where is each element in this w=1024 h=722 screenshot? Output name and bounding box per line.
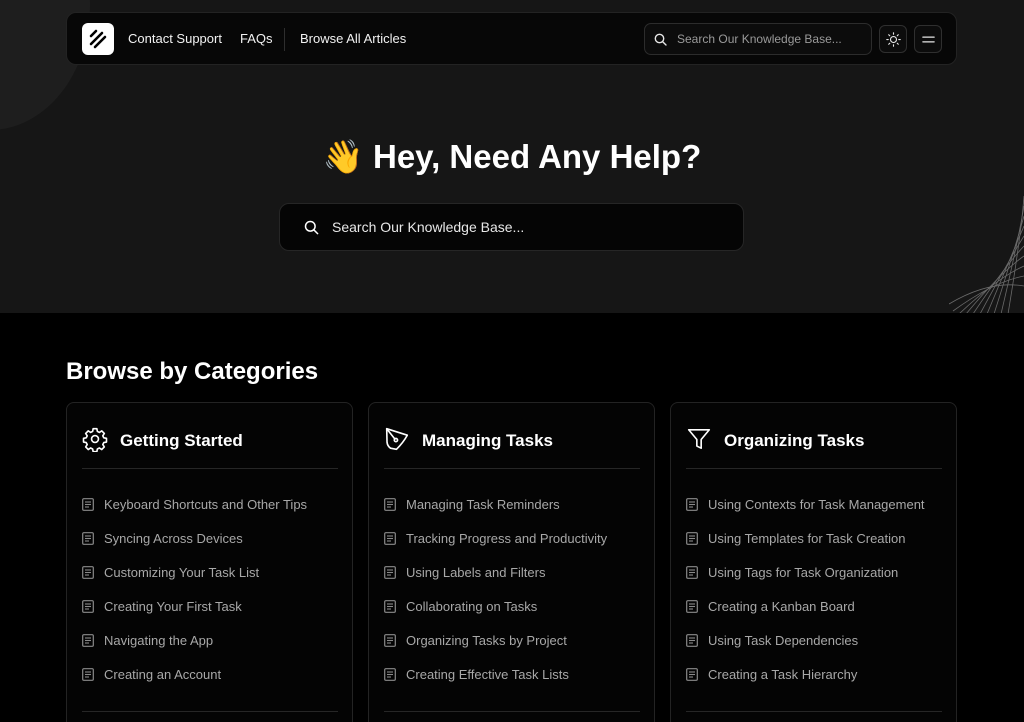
article-link[interactable]: Using Templates for Task Creation	[686, 523, 942, 557]
nav-link-browse-all-articles[interactable]: Browse All Articles	[300, 31, 406, 46]
article-link[interactable]: Creating Effective Task Lists	[384, 659, 640, 693]
hero-title-text: Hey, Need Any Help?	[373, 138, 702, 175]
card-divider	[82, 711, 338, 712]
hero-title: 👋 Hey, Need Any Help?	[0, 138, 1024, 177]
card-title: Organizing Tasks	[724, 431, 865, 450]
document-icon	[82, 634, 94, 647]
article-link[interactable]: Navigating the App	[82, 625, 338, 659]
article-link[interactable]: Collaborating on Tasks	[384, 591, 640, 625]
document-icon	[82, 566, 94, 579]
document-icon	[82, 600, 94, 613]
category-card-getting-started: Getting Started Keyboard Shortcuts and O…	[66, 402, 353, 722]
card-header: Organizing Tasks	[686, 425, 942, 469]
article-link[interactable]: Keyboard Shortcuts and Other Tips	[82, 489, 338, 523]
card-divider	[384, 711, 640, 712]
card-title: Managing Tasks	[422, 431, 553, 450]
waving-hand-icon: 👋	[322, 138, 364, 175]
pen-tool-icon	[385, 427, 409, 451]
article-list: Managing Task Reminders Tracking Progres…	[384, 489, 640, 693]
hero-decor-lines	[949, 195, 1024, 313]
search-icon	[304, 220, 319, 235]
category-card-managing-tasks: Managing Tasks Managing Task Reminders T…	[368, 402, 655, 722]
nav-divider	[284, 28, 285, 51]
gear-icon	[82, 427, 108, 452]
article-link[interactable]: Using Task Dependencies	[686, 625, 942, 659]
document-icon	[82, 498, 94, 511]
nav-search-input[interactable]	[677, 24, 863, 54]
article-link[interactable]: Creating an Account	[82, 659, 338, 693]
document-icon	[384, 532, 396, 545]
hamburger-menu-icon	[922, 36, 935, 43]
article-list: Using Contexts for Task Management Using…	[686, 489, 942, 693]
card-header: Managing Tasks	[384, 425, 640, 469]
hero-search-input[interactable]	[332, 204, 732, 250]
nav-search-box	[644, 23, 872, 55]
document-icon	[686, 600, 698, 613]
document-icon	[686, 566, 698, 579]
document-icon	[384, 566, 396, 579]
hero-search-box	[279, 203, 744, 251]
document-icon	[82, 668, 94, 681]
article-link[interactable]: Tracking Progress and Productivity	[384, 523, 640, 557]
slash-logo-icon[interactable]	[82, 23, 114, 55]
top-navbar: Contact Support FAQs Browse All Articles	[66, 12, 957, 65]
nav-link-contact-support[interactable]: Contact Support	[128, 31, 222, 46]
article-link[interactable]: Using Contexts for Task Management	[686, 489, 942, 523]
document-icon	[686, 634, 698, 647]
menu-button[interactable]	[914, 25, 942, 53]
article-link[interactable]: Using Tags for Task Organization	[686, 557, 942, 591]
article-link[interactable]: Managing Task Reminders	[384, 489, 640, 523]
document-icon	[384, 498, 396, 511]
card-title: Getting Started	[120, 431, 243, 450]
article-link[interactable]: Creating Your First Task	[82, 591, 338, 625]
category-card-organizing-tasks: Organizing Tasks Using Contexts for Task…	[670, 402, 957, 722]
card-divider	[686, 711, 942, 712]
search-icon	[654, 33, 667, 46]
article-link[interactable]: Creating a Task Hierarchy	[686, 659, 942, 693]
article-link[interactable]: Using Labels and Filters	[384, 557, 640, 591]
article-link[interactable]: Organizing Tasks by Project	[384, 625, 640, 659]
document-icon	[686, 498, 698, 511]
document-icon	[384, 668, 396, 681]
theme-toggle-button[interactable]	[879, 25, 907, 53]
document-icon	[686, 668, 698, 681]
document-icon	[384, 634, 396, 647]
filter-icon	[687, 428, 711, 450]
sun-icon	[886, 32, 901, 47]
article-link[interactable]: Creating a Kanban Board	[686, 591, 942, 625]
card-header: Getting Started	[82, 425, 338, 469]
nav-link-faqs[interactable]: FAQs	[240, 31, 273, 46]
article-list: Keyboard Shortcuts and Other Tips Syncin…	[82, 489, 338, 693]
article-link[interactable]: Customizing Your Task List	[82, 557, 338, 591]
article-link[interactable]: Syncing Across Devices	[82, 523, 338, 557]
document-icon	[82, 532, 94, 545]
document-icon	[384, 600, 396, 613]
document-icon	[686, 532, 698, 545]
categories-heading: Browse by Categories	[66, 358, 319, 385]
